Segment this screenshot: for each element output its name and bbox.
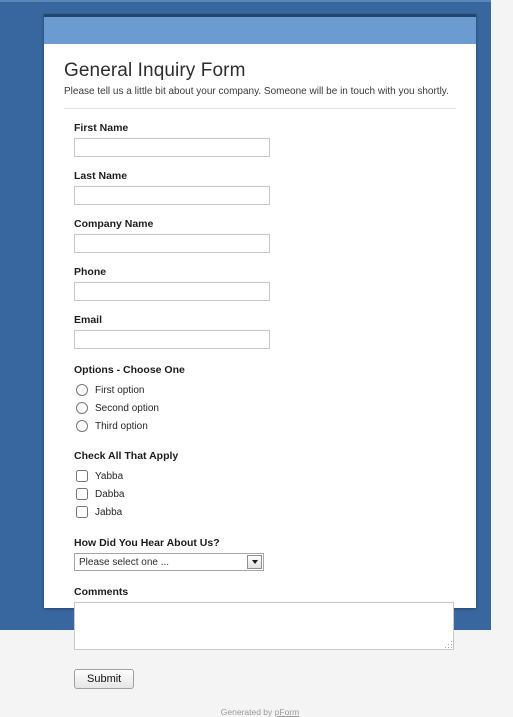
radio-second-option[interactable] [76,402,88,414]
form-header-band [44,14,476,44]
radio-first-option[interactable] [76,384,88,396]
form-footer: Generated by pForm [64,707,456,717]
checkbox-yabba[interactable] [76,470,88,482]
checkbox-dabba[interactable] [76,488,88,500]
submit-button[interactable]: Submit [74,668,135,689]
field-label-email: Email [74,313,103,326]
title-divider [64,107,456,109]
comments-textarea-wrap [74,601,454,650]
last-name-input[interactable] [74,185,270,205]
field-comments: Comments [64,586,456,650]
field-label-last-name: Last Name [74,169,128,182]
field-label-first-name: First Name [74,121,129,134]
radio-label-second-option: Second option [95,402,159,414]
checkbox-jabba[interactable] [76,506,88,518]
checkbox-group-apply: Check All That Apply Yabba Dabba Jabba [64,450,456,521]
field-label-company-name: Company Name [74,217,154,230]
radio-row-third-option[interactable]: Third option [74,418,456,435]
chevron-down-icon[interactable] [247,554,262,569]
field-email: Email [64,314,456,349]
form-document: General Inquiry Form Please tell us a li… [44,14,476,717]
referral-source-select[interactable]: Please select one ... [74,552,264,571]
radio-label-first-option: First option [95,384,145,396]
radio-third-option[interactable] [76,420,88,432]
page-title: General Inquiry Form [64,60,246,81]
field-referral-source: How Did You Hear About Us? Please select… [64,537,456,571]
field-label-referral-source: How Did You Hear About Us? [74,536,220,549]
field-label-phone: Phone [74,265,107,278]
radio-row-second-option[interactable]: Second option [74,400,456,417]
phone-input[interactable] [74,281,270,301]
email-input[interactable] [74,329,270,349]
frame-top-highlight [0,0,491,2]
referral-source-selected-value: Please select one ... [79,556,170,568]
radio-group-options: Options - Choose One First option Second… [64,364,456,435]
checkbox-label-yabba: Yabba [95,470,124,482]
field-company-name: Company Name [64,218,456,253]
company-name-input[interactable] [74,233,270,253]
checkbox-row-yabba[interactable]: Yabba [74,468,456,485]
checkbox-group-label: Check All That Apply [74,449,179,462]
field-phone: Phone [64,266,456,301]
field-last-name: Last Name [64,170,456,205]
footer-pform-link[interactable]: pForm [275,707,300,717]
field-first-name: First Name [64,122,456,157]
field-label-comments: Comments [74,585,129,598]
footer-prefix-text: Generated by [220,706,275,717]
radio-row-first-option[interactable]: First option [74,382,456,399]
form-body: General Inquiry Form Please tell us a li… [44,44,476,717]
radio-group-label: Options - Choose One [74,363,185,376]
first-name-input[interactable] [74,137,270,157]
checkbox-label-jabba: Jabba [95,506,123,518]
checkbox-row-dabba[interactable]: Dabba [74,486,456,503]
page-subtitle: Please tell us a little bit about your c… [64,86,449,97]
radio-label-third-option: Third option [95,420,148,432]
checkbox-row-jabba[interactable]: Jabba [74,504,456,521]
checkbox-label-dabba: Dabba [95,488,125,500]
submit-row: Submit [64,668,456,689]
comments-textarea[interactable] [75,602,453,649]
